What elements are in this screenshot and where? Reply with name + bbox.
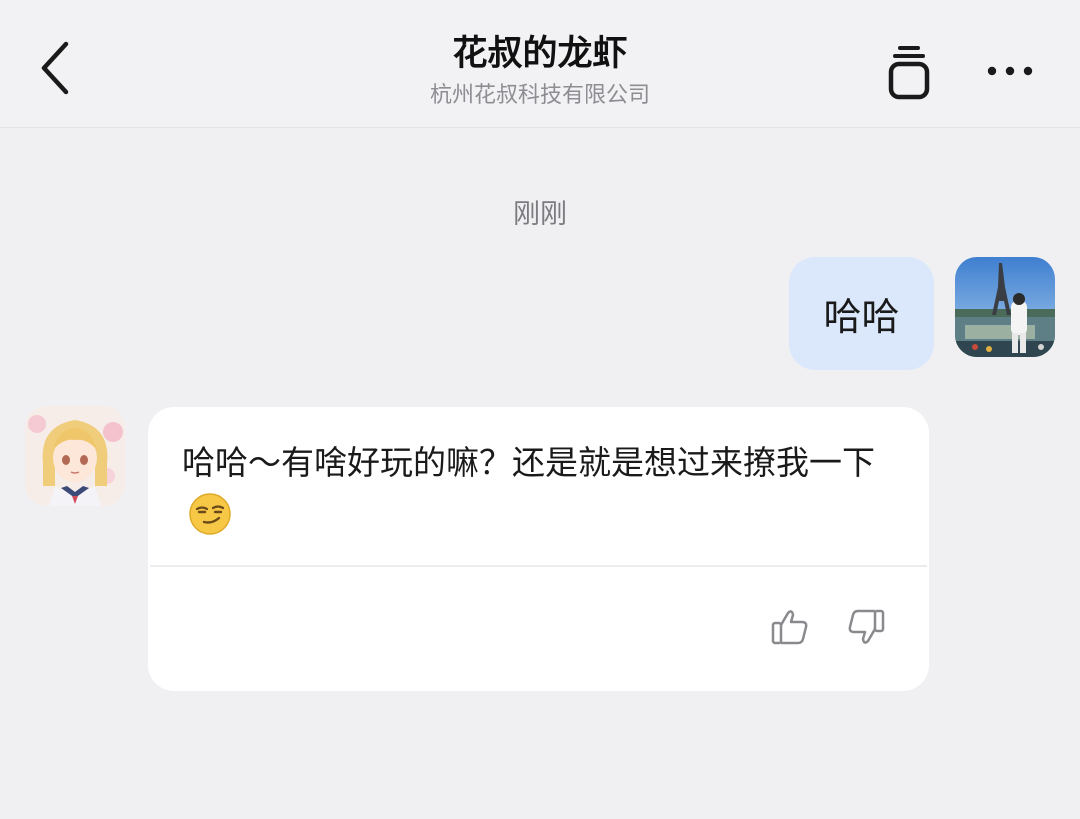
message-timestamp: 刚刚 <box>513 199 567 230</box>
more-button[interactable] <box>978 46 1042 96</box>
stack-cup-button[interactable] <box>880 40 938 104</box>
thumbs-down-icon <box>848 609 885 644</box>
stack-cup-icon <box>888 46 930 100</box>
anime-girl-avatar <box>25 406 125 506</box>
more-dots-icon <box>987 66 1033 76</box>
smirking-face-emoji <box>189 493 231 535</box>
header-bar: 花叔的龙虾 杭州花叔科技有限公司 <box>0 0 1080 128</box>
eiffel-tower-photo-avatar <box>955 257 1055 357</box>
title-block: 花叔的龙虾 杭州花叔科技有限公司 <box>290 30 790 112</box>
user-message-bubble[interactable]: 哈哈 <box>789 257 934 370</box>
chat-screen: 花叔的龙虾 杭州花叔科技有限公司 刚刚 哈哈 哈哈～有啥好玩的嘛？还是就是想过来… <box>0 0 1080 819</box>
thumbs-up-icon <box>771 610 808 645</box>
bot-message-body: 哈哈～有啥好玩的嘛？还是就是想过来撩我一下 <box>182 443 875 482</box>
card-divider <box>150 565 927 567</box>
back-button[interactable] <box>28 36 84 100</box>
bot-message-text: 哈哈～有啥好玩的嘛？还是就是想过来撩我一下 <box>182 437 902 541</box>
chevron-left-icon <box>41 41 69 95</box>
user-avatar[interactable] <box>955 257 1055 357</box>
dislike-button[interactable] <box>844 605 888 649</box>
page-title: 花叔的龙虾 <box>452 34 628 74</box>
page-subtitle: 杭州花叔科技有限公司 <box>429 83 650 108</box>
like-button[interactable] <box>768 605 812 649</box>
bot-avatar[interactable] <box>25 406 125 506</box>
bot-message-card: 哈哈～有啥好玩的嘛？还是就是想过来撩我一下 <box>148 407 929 691</box>
